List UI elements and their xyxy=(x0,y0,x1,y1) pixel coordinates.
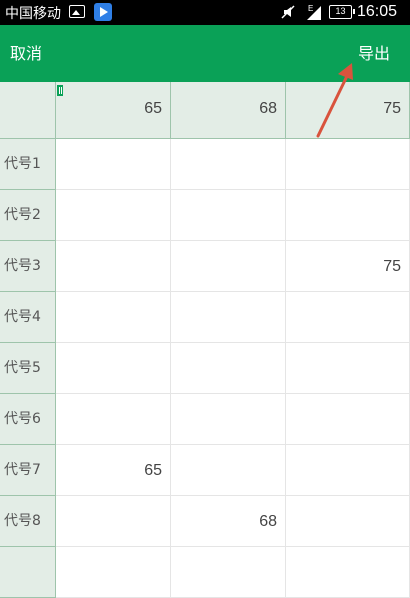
column-header[interactable]: 75 xyxy=(286,82,410,139)
freeze-handle-icon[interactable] xyxy=(57,85,63,96)
table-cell[interactable] xyxy=(171,547,286,598)
table-cell[interactable] xyxy=(286,445,410,496)
table-cell[interactable] xyxy=(56,190,171,241)
table-cell[interactable] xyxy=(171,190,286,241)
spreadsheet: 65 68 75 代号1 代号2 代号3 75 代号4 代号5 代号6 代号7 65 代号8 68 xyxy=(0,82,410,598)
row-header[interactable]: 代号8 xyxy=(0,496,56,547)
table-cell[interactable] xyxy=(171,394,286,445)
table-cell[interactable] xyxy=(286,190,410,241)
mute-icon xyxy=(281,5,295,19)
table-cell[interactable] xyxy=(286,496,410,547)
app-bar: 取消 导出 xyxy=(0,25,410,82)
table-cell[interactable] xyxy=(171,139,286,190)
image-icon xyxy=(69,5,85,18)
table-cell[interactable] xyxy=(286,394,410,445)
row-header[interactable]: 代号5 xyxy=(0,343,56,394)
table-cell[interactable] xyxy=(171,241,286,292)
row-header[interactable]: 代号4 xyxy=(0,292,56,343)
row-header[interactable]: 代号1 xyxy=(0,139,56,190)
table-cell[interactable]: 65 xyxy=(56,445,171,496)
table-cell[interactable] xyxy=(56,343,171,394)
table-cell[interactable] xyxy=(56,496,171,547)
table-cell[interactable] xyxy=(56,394,171,445)
battery-icon: 13 xyxy=(329,5,355,19)
table-cell[interactable] xyxy=(286,139,410,190)
column-header[interactable]: 68 xyxy=(171,82,286,139)
signal-icon: E xyxy=(307,4,321,20)
play-store-icon xyxy=(94,3,112,21)
network-type-label: E xyxy=(308,4,313,13)
table-cell[interactable]: 75 xyxy=(286,241,410,292)
row-header[interactable]: 代号6 xyxy=(0,394,56,445)
table-cell[interactable] xyxy=(56,547,171,598)
table-cell[interactable]: 68 xyxy=(171,496,286,547)
cancel-button[interactable]: 取消 xyxy=(0,25,52,82)
status-bar: 中国移动 E 13 16:05 xyxy=(0,0,410,25)
table-cell[interactable] xyxy=(171,343,286,394)
corner-cell[interactable] xyxy=(0,82,56,139)
clock: 16:05 xyxy=(357,3,398,20)
table-cell[interactable] xyxy=(286,292,410,343)
row-header[interactable] xyxy=(0,547,56,598)
column-header-row: 65 68 75 xyxy=(0,82,410,139)
table-cell[interactable] xyxy=(286,343,410,394)
carrier-name: 中国移动 xyxy=(5,6,61,22)
table-cell[interactable] xyxy=(56,292,171,343)
table-cell[interactable] xyxy=(171,292,286,343)
row-header[interactable]: 代号2 xyxy=(0,190,56,241)
export-button[interactable]: 导出 xyxy=(352,25,396,82)
row-header[interactable]: 代号7 xyxy=(0,445,56,496)
table-cell[interactable] xyxy=(56,241,171,292)
table-cell[interactable] xyxy=(286,547,410,598)
table-cell[interactable] xyxy=(171,445,286,496)
column-header[interactable]: 65 xyxy=(56,82,171,139)
table-cell[interactable] xyxy=(56,139,171,190)
row-header[interactable]: 代号3 xyxy=(0,241,56,292)
